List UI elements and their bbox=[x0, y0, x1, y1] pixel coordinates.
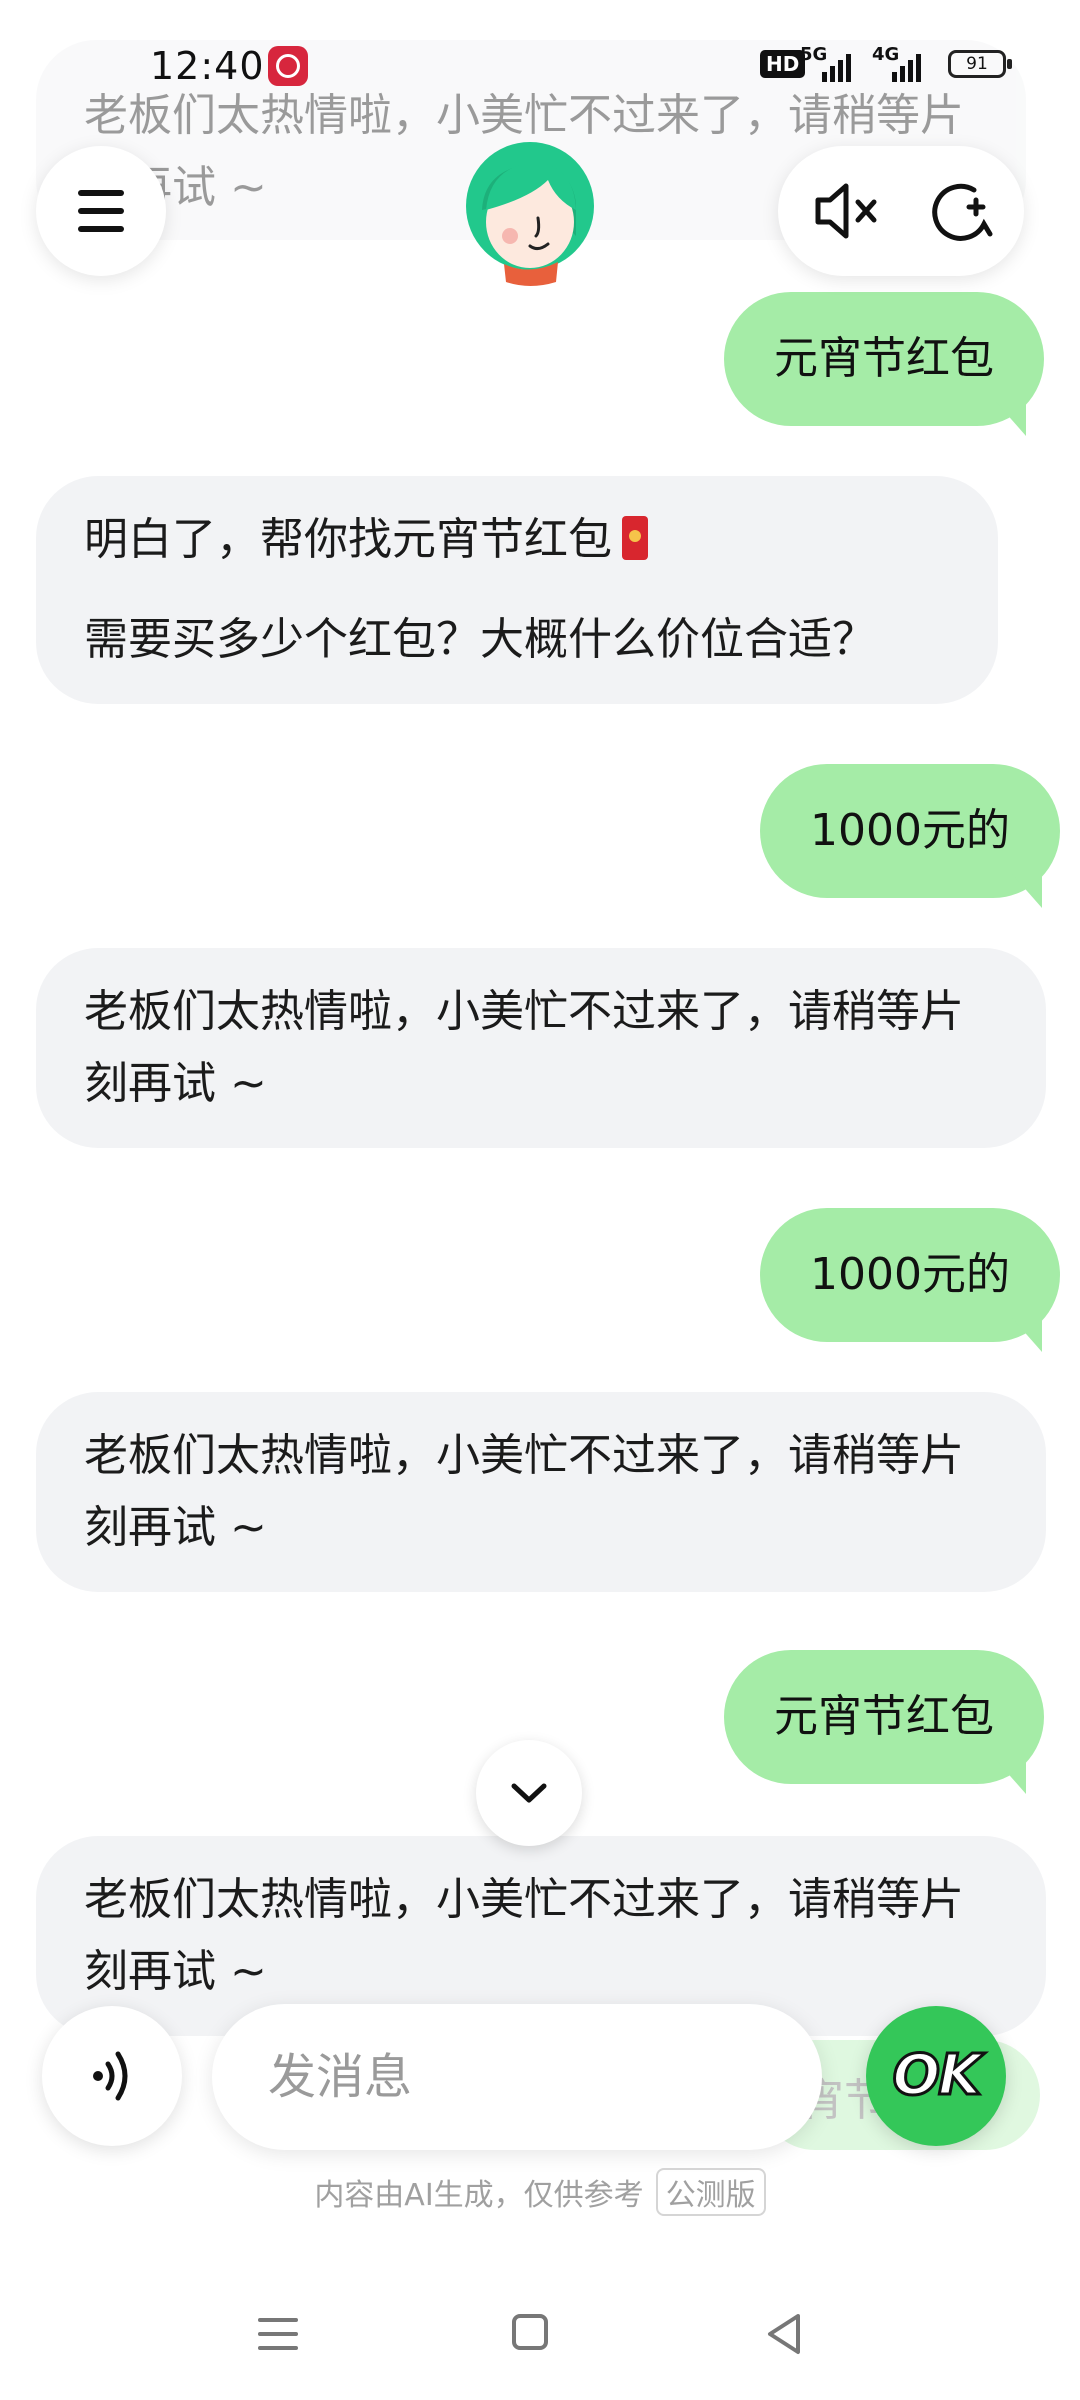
assistant-message: 老板们太热情啦，小美忙不过来了，请稍等片刻再试 ~ bbox=[36, 948, 1046, 1148]
message-input[interactable]: 发消息 bbox=[212, 2004, 822, 2150]
chevron-down-icon bbox=[511, 1783, 547, 1803]
status-bar: 12:40 HD 5G 4G 91 bbox=[0, 0, 1080, 130]
user-message: 1000元的 bbox=[760, 1208, 1060, 1352]
signal-4g-icon bbox=[892, 52, 921, 82]
nav-recents-button[interactable] bbox=[258, 2314, 298, 2354]
nav-home-button[interactable] bbox=[512, 2314, 548, 2350]
hd-voice-icon: HD bbox=[760, 50, 806, 78]
ok-label: OK bbox=[891, 2042, 983, 2110]
menu-button[interactable] bbox=[36, 146, 166, 276]
assistant-message-text: 老板们太热情啦，小美忙不过来了，请稍等片刻再试 ~ bbox=[84, 1874, 964, 1997]
voice-input-button[interactable] bbox=[42, 2006, 182, 2146]
assistant-message: 明白了，帮你找元宵节红包 需要买多少个红包？大概什么价位合适？ bbox=[36, 476, 998, 704]
status-time: 12:40 bbox=[150, 44, 265, 88]
ai-disclaimer: 内容由AI生成，仅供参考 公测版 bbox=[0, 2168, 1080, 2216]
user-message-text: 1000元的 bbox=[810, 1249, 1010, 1300]
speaker-muted-icon[interactable] bbox=[812, 180, 882, 242]
assistant-message: 老板们太热情啦，小美忙不过来了，请稍等片刻再试 ~ bbox=[36, 1392, 1046, 1592]
scroll-to-bottom-button[interactable] bbox=[476, 1740, 582, 1846]
assistant-avatar[interactable] bbox=[460, 140, 600, 290]
assistant-message-line1: 明白了，帮你找元宵节红包 bbox=[84, 514, 612, 565]
user-message-text: 元宵节红包 bbox=[774, 333, 994, 384]
assistant-message-line2: 需要买多少个红包？大概什么价位合适？ bbox=[84, 614, 876, 665]
voice-wave-icon bbox=[93, 2051, 128, 2101]
beta-tag: 公测版 bbox=[655, 2168, 766, 2216]
user-message: 1000元的 bbox=[760, 764, 1060, 908]
signal-5g-icon bbox=[822, 52, 851, 82]
header-actions bbox=[778, 146, 1024, 276]
back-triangle-icon bbox=[768, 2314, 800, 2354]
red-packet-emoji-icon bbox=[622, 516, 648, 560]
nav-back-button[interactable] bbox=[764, 2312, 804, 2356]
assistant-message-text: 老板们太热情啦，小美忙不过来了，请稍等片刻再试 ~ bbox=[84, 1430, 964, 1553]
disclaimer-text: 内容由AI生成，仅供参考 bbox=[314, 2178, 644, 2213]
message-input-placeholder: 发消息 bbox=[268, 2049, 413, 2105]
user-message: 元宵节红包 bbox=[724, 292, 1044, 436]
ok-sticker-button[interactable]: OK bbox=[866, 2006, 1006, 2146]
user-message-text: 1000元的 bbox=[810, 805, 1010, 856]
new-chat-icon[interactable] bbox=[928, 180, 998, 242]
user-message: 元宵节红包 bbox=[724, 1650, 1044, 1794]
system-nav-bar bbox=[0, 2280, 1080, 2400]
assistant-message-text: 老板们太热情啦，小美忙不过来了，请稍等片刻再试 ~ bbox=[84, 986, 964, 1109]
battery-icon: 91 bbox=[948, 50, 1012, 78]
user-message-text: 元宵节红包 bbox=[774, 1691, 994, 1742]
railway-app-icon bbox=[268, 46, 308, 86]
